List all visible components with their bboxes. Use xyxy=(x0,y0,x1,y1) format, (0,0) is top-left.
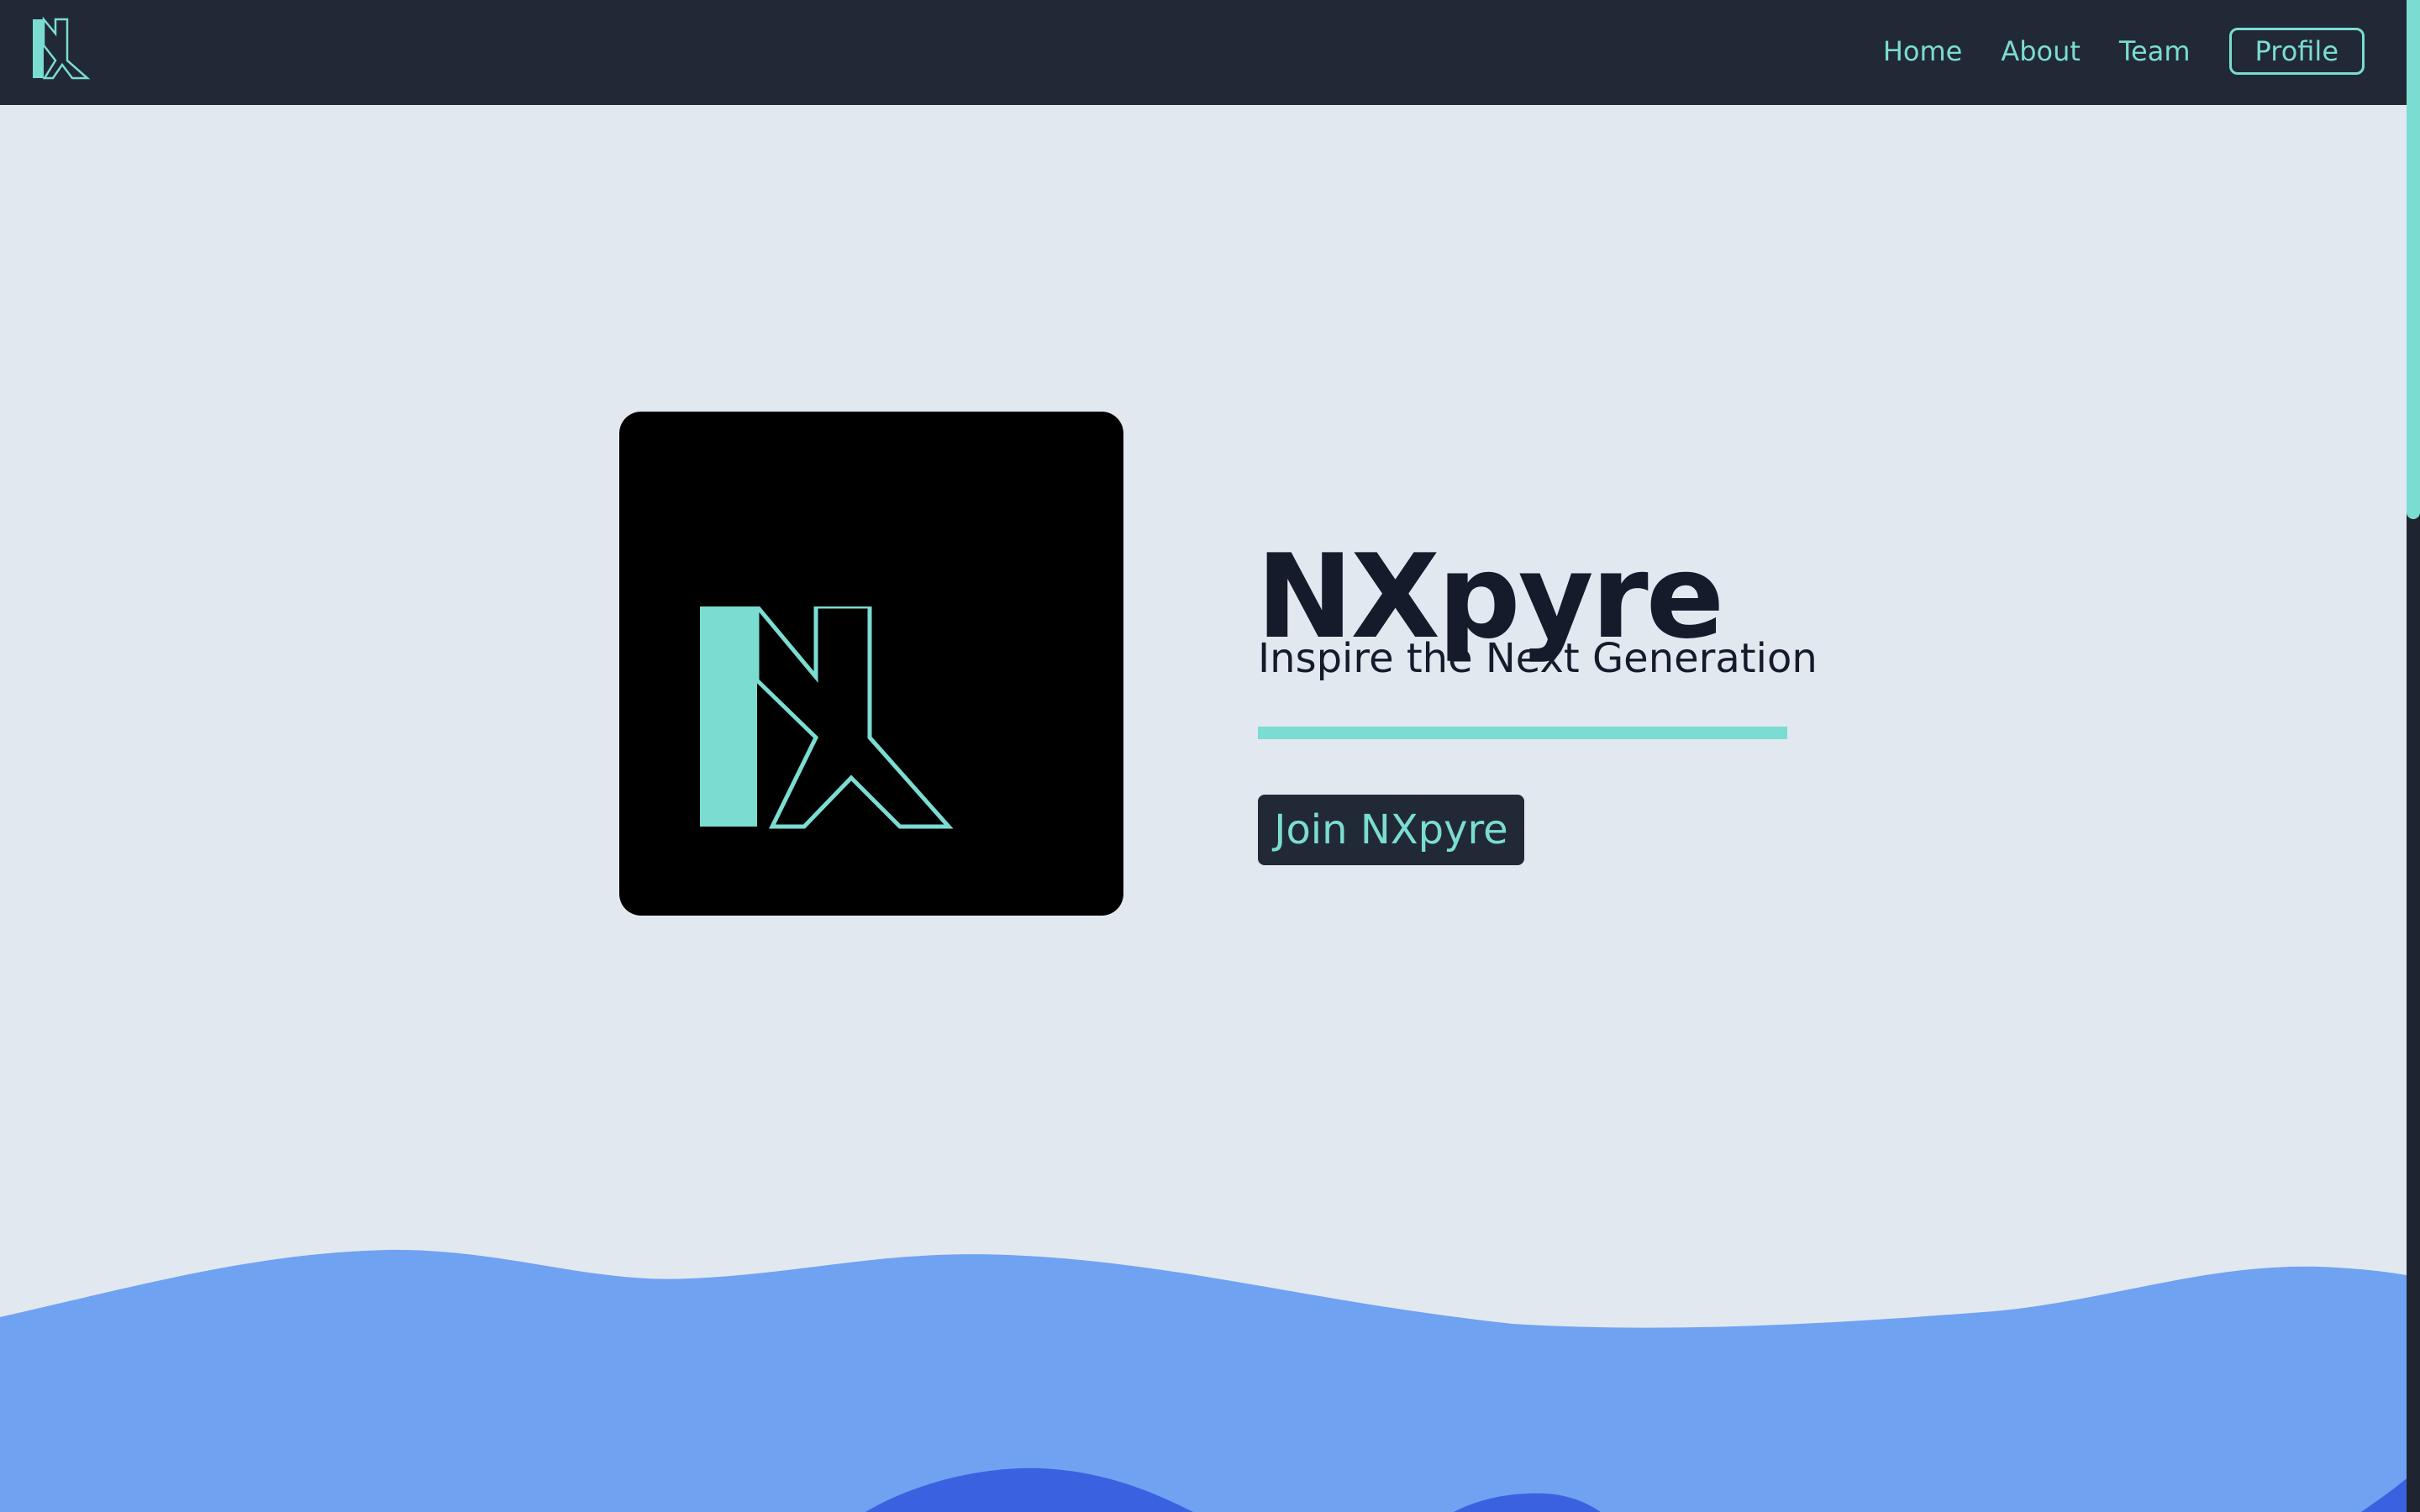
join-button[interactable]: Join NXpyre xyxy=(1258,795,1524,865)
nav-link-home[interactable]: Home xyxy=(1883,35,1963,67)
nav-link-about[interactable]: About xyxy=(2001,35,2081,67)
page: Home About Team Profile NXpyre Inspire t… xyxy=(0,0,2420,1512)
hero-subtitle: Inspire the Next Generation xyxy=(1258,635,1818,682)
nav-links: Home About Team Profile xyxy=(1844,25,2365,77)
scrollbar-thumb[interactable] xyxy=(2407,0,2420,519)
nxpyre-logo-icon[interactable] xyxy=(29,16,104,81)
nxpyre-logo-icon xyxy=(700,606,954,829)
accent-divider xyxy=(1258,727,1787,739)
wave-decoration xyxy=(0,1249,2407,1512)
navbar: Home About Team Profile xyxy=(0,0,2407,105)
hero-logo-card xyxy=(619,412,1123,916)
profile-button[interactable]: Profile xyxy=(2228,28,2365,75)
nav-link-team[interactable]: Team xyxy=(2119,35,2191,67)
